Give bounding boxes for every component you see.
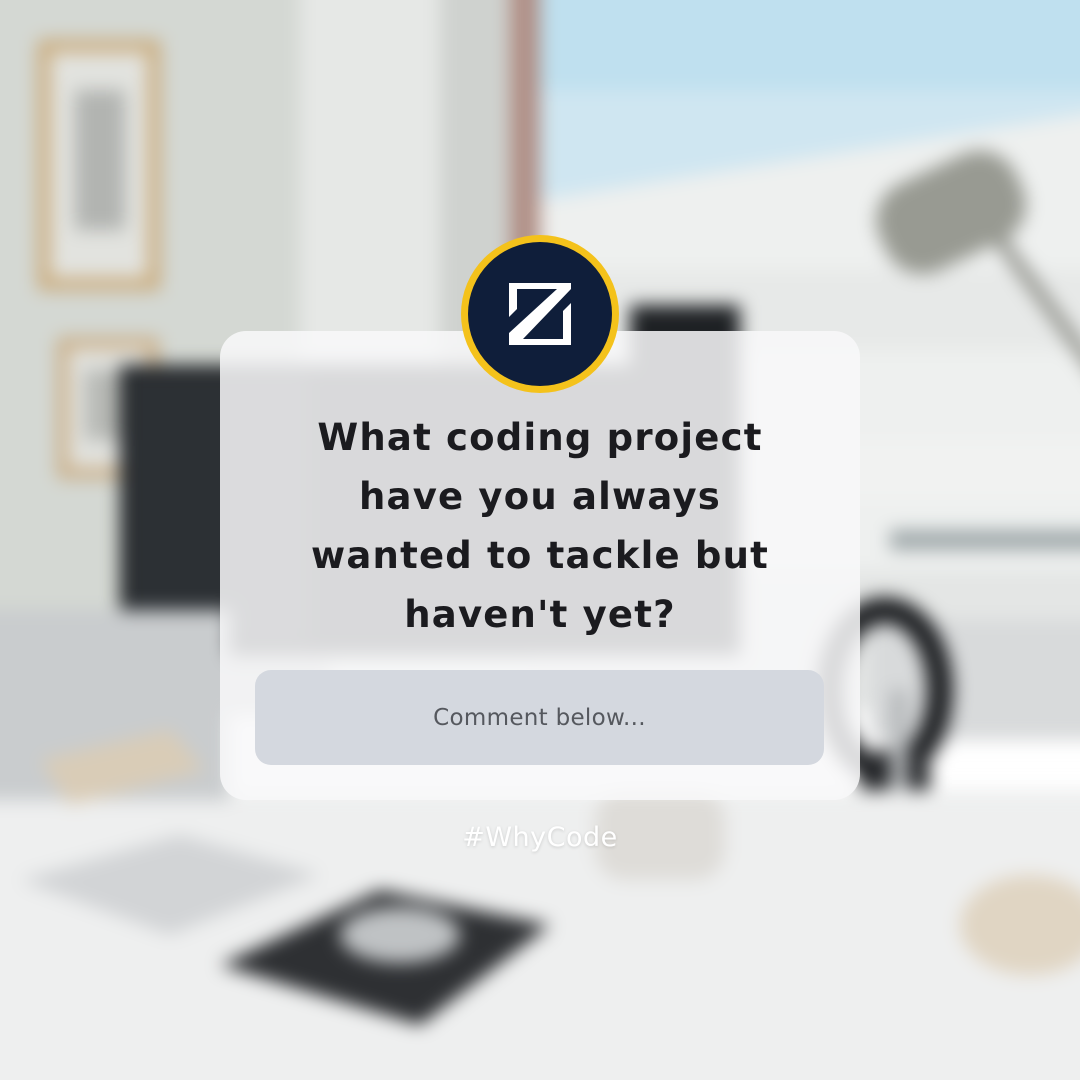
question-line: have you always	[359, 475, 721, 518]
logo-badge	[468, 242, 612, 386]
hashtag-label: #WhyCode	[462, 822, 618, 853]
question-line: haven't yet?	[404, 593, 676, 636]
question-text: What coding project have you always want…	[0, 408, 1080, 644]
brand-logo	[461, 235, 619, 393]
z-logo-icon	[509, 283, 571, 345]
question-line: wanted to tackle but	[311, 534, 769, 577]
comment-placeholder: Comment below...	[433, 704, 646, 731]
comment-box[interactable]: Comment below...	[255, 670, 824, 765]
question-line: What coding project	[317, 416, 763, 459]
